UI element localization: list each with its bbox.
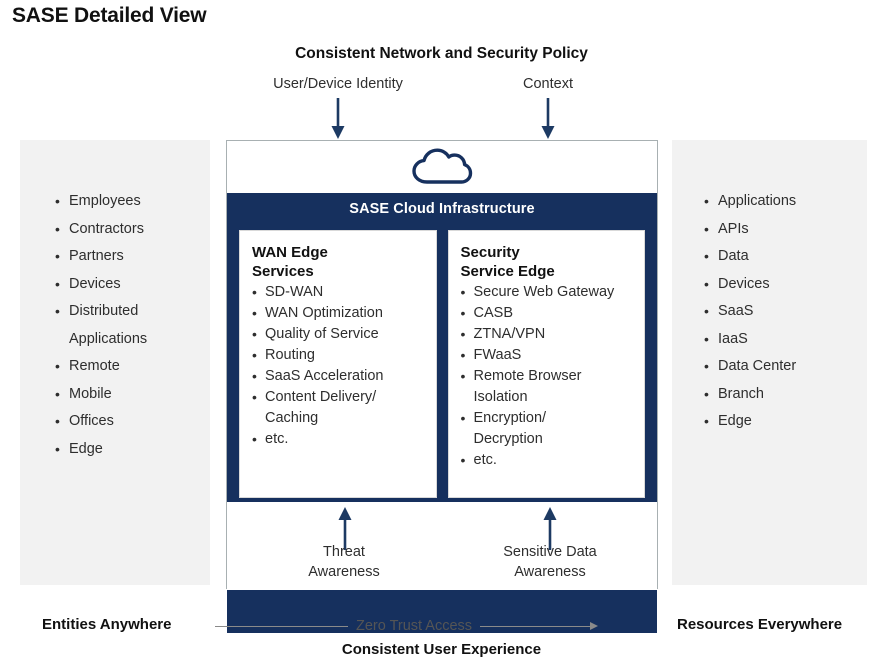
list-item: Branch <box>704 381 796 409</box>
list-item: Routing <box>252 345 425 366</box>
sase-cloud-panel: SASE Cloud Infrastructure WAN Edge Servi… <box>226 140 658 633</box>
wan-edge-services-card: WAN Edge Services SD-WAN WAN Optimizatio… <box>239 230 437 498</box>
user-device-identity-label: User/Device Identity <box>273 76 403 92</box>
list-item: IaaS <box>704 326 796 354</box>
list-item: WAN Optimization <box>252 303 425 324</box>
list-item: Contractors <box>55 216 147 244</box>
resources-list: Applications APIs Data Devices SaaS IaaS… <box>704 188 796 436</box>
context-label: Context <box>523 76 573 92</box>
list-item: Partners <box>55 243 147 271</box>
list-item: Employees <box>55 188 147 216</box>
list-item: APIs <box>704 216 796 244</box>
list-item: Remote Browser Isolation <box>461 366 634 408</box>
list-item: Mobile <box>55 381 147 409</box>
wan-edge-services-list: SD-WAN WAN Optimization Quality of Servi… <box>252 282 425 450</box>
arrow-down-icon-context <box>540 98 556 140</box>
list-item: Applications <box>704 188 796 216</box>
page-title: SASE Detailed View <box>12 4 207 27</box>
awareness-zone: Threat Awareness Sensitive Data Awarenes… <box>227 502 657 590</box>
list-item: Devices <box>704 271 796 299</box>
policy-heading: Consistent Network and Security Policy <box>295 45 588 62</box>
list-item: Data <box>704 243 796 271</box>
list-item: SaaS <box>704 298 796 326</box>
list-item: CASB <box>461 303 634 324</box>
arrow-right-icon <box>590 622 599 630</box>
resources-panel: Applications APIs Data Devices SaaS IaaS… <box>672 140 867 585</box>
connector-line-left <box>215 625 348 627</box>
arrow-down-icon-identity <box>330 98 346 140</box>
list-item: Distributed Applications <box>55 298 147 353</box>
list-item: Edge <box>55 436 147 464</box>
list-item: Edge <box>704 408 796 436</box>
sase-band-title: SASE Cloud Infrastructure <box>349 201 535 217</box>
security-service-edge-card: Security Service Edge Secure Web Gateway… <box>447 230 645 498</box>
list-item: Remote <box>55 353 147 381</box>
list-item: Devices <box>55 271 147 299</box>
list-item: FWaaS <box>461 345 634 366</box>
list-item: etc. <box>461 450 634 471</box>
list-item: Secure Web Gateway <box>461 282 634 303</box>
card-title: WAN Edge Services <box>252 244 328 280</box>
list-item: SaaS Acceleration <box>252 366 425 387</box>
card-title: Security Service Edge <box>460 244 555 280</box>
service-cards: WAN Edge Services SD-WAN WAN Optimizatio… <box>239 230 645 498</box>
entities-list: Employees Contractors Partners Devices D… <box>55 188 147 463</box>
consistent-user-experience-label: Consistent User Experience <box>341 641 542 658</box>
zero-trust-access-label: Zero Trust Access <box>356 618 473 634</box>
security-service-edge-list: Secure Web Gateway CASB ZTNA/VPN FWaaS R… <box>461 282 634 471</box>
sensitive-data-awareness-label: Sensitive Data Awareness <box>503 544 597 580</box>
resources-everywhere-label: Resources Everywhere <box>677 616 843 633</box>
zero-trust-connector: Zero Trust Access <box>215 617 665 635</box>
cloud-icon <box>411 147 473 187</box>
list-item: ZTNA/VPN <box>461 324 634 345</box>
list-item: Offices <box>55 408 147 436</box>
list-item: etc. <box>252 429 425 450</box>
list-item: Encryption/ Decryption <box>461 408 634 450</box>
cloud-icon-zone <box>227 141 657 193</box>
list-item: Quality of Service <box>252 324 425 345</box>
entities-panel: Employees Contractors Partners Devices D… <box>20 140 210 585</box>
list-item: Content Delivery/ Caching <box>252 387 425 429</box>
entities-anywhere-label: Entities Anywhere <box>42 616 172 633</box>
list-item: Data Center <box>704 353 796 381</box>
connector-line-right <box>480 625 591 627</box>
threat-awareness-label: Threat Awareness <box>308 544 380 580</box>
list-item: SD-WAN <box>252 282 425 303</box>
